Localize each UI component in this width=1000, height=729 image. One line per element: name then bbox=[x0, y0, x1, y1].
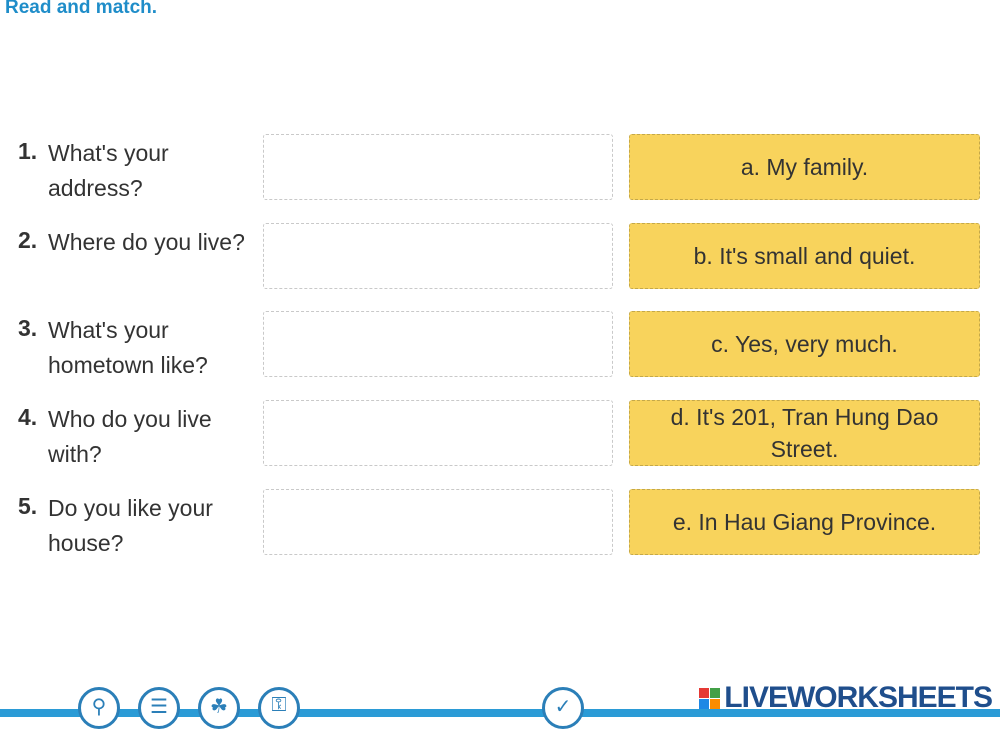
drop-zone-4[interactable] bbox=[263, 400, 613, 466]
question-text: Do you like your house? bbox=[48, 495, 213, 556]
question-number: 3. bbox=[18, 315, 38, 341]
list-icon[interactable]: ☰ bbox=[138, 687, 180, 729]
match-row-2: 2. Where do you live? b. It's small and … bbox=[0, 223, 1000, 291]
drop-zone-5[interactable] bbox=[263, 489, 613, 555]
match-row-4: 4. Who do you live with? d. It's 201, Tr… bbox=[0, 400, 1000, 468]
drop-zone-3[interactable] bbox=[263, 311, 613, 377]
answer-card-c[interactable]: c. Yes, very much. bbox=[629, 311, 980, 377]
question-text: What's your hometown like? bbox=[48, 317, 208, 378]
answer-card-e[interactable]: e. In Hau Giang Province. bbox=[629, 489, 980, 555]
logo-mark-icon bbox=[699, 687, 721, 709]
match-row-1: 1. What's your address? a. My family. bbox=[0, 134, 1000, 202]
question-text: Who do you live with? bbox=[48, 406, 212, 467]
answer-card-d[interactable]: d. It's 201, Tran Hung Dao Street. bbox=[629, 400, 980, 466]
question-number: 4. bbox=[18, 404, 38, 430]
drop-zone-2[interactable] bbox=[263, 223, 613, 289]
drop-zone-1[interactable] bbox=[263, 134, 613, 200]
question-number: 1. bbox=[18, 138, 38, 164]
question-text: What's your address? bbox=[48, 140, 169, 201]
octopus-icon[interactable]: ☘ bbox=[198, 687, 240, 729]
liveworksheets-logo: LIVEWORKSHEETS bbox=[699, 681, 993, 714]
instruction-title: Read and match. bbox=[5, 0, 158, 18]
answer-card-b[interactable]: b. It's small and quiet. bbox=[629, 223, 980, 289]
question-number: 2. bbox=[18, 227, 38, 253]
match-row-3: 3. What's your hometown like? c. Yes, ve… bbox=[0, 311, 1000, 379]
checkmark-icon[interactable]: ✓ bbox=[542, 687, 584, 729]
answer-card-a[interactable]: a. My family. bbox=[629, 134, 980, 200]
question-number: 5. bbox=[18, 493, 38, 519]
logo-square bbox=[699, 687, 710, 698]
logo-square bbox=[710, 687, 721, 698]
key-icon[interactable]: ⚿ bbox=[258, 687, 300, 729]
logo-square bbox=[710, 698, 721, 709]
logo-square bbox=[699, 698, 710, 709]
logo-text: LIVEWORKSHEETS bbox=[724, 681, 993, 714]
magnifier-icon[interactable]: ⚲ bbox=[78, 687, 120, 729]
match-row-5: 5. Do you like your house? e. In Hau Gia… bbox=[0, 489, 1000, 557]
question-text: Where do you live? bbox=[48, 229, 245, 255]
